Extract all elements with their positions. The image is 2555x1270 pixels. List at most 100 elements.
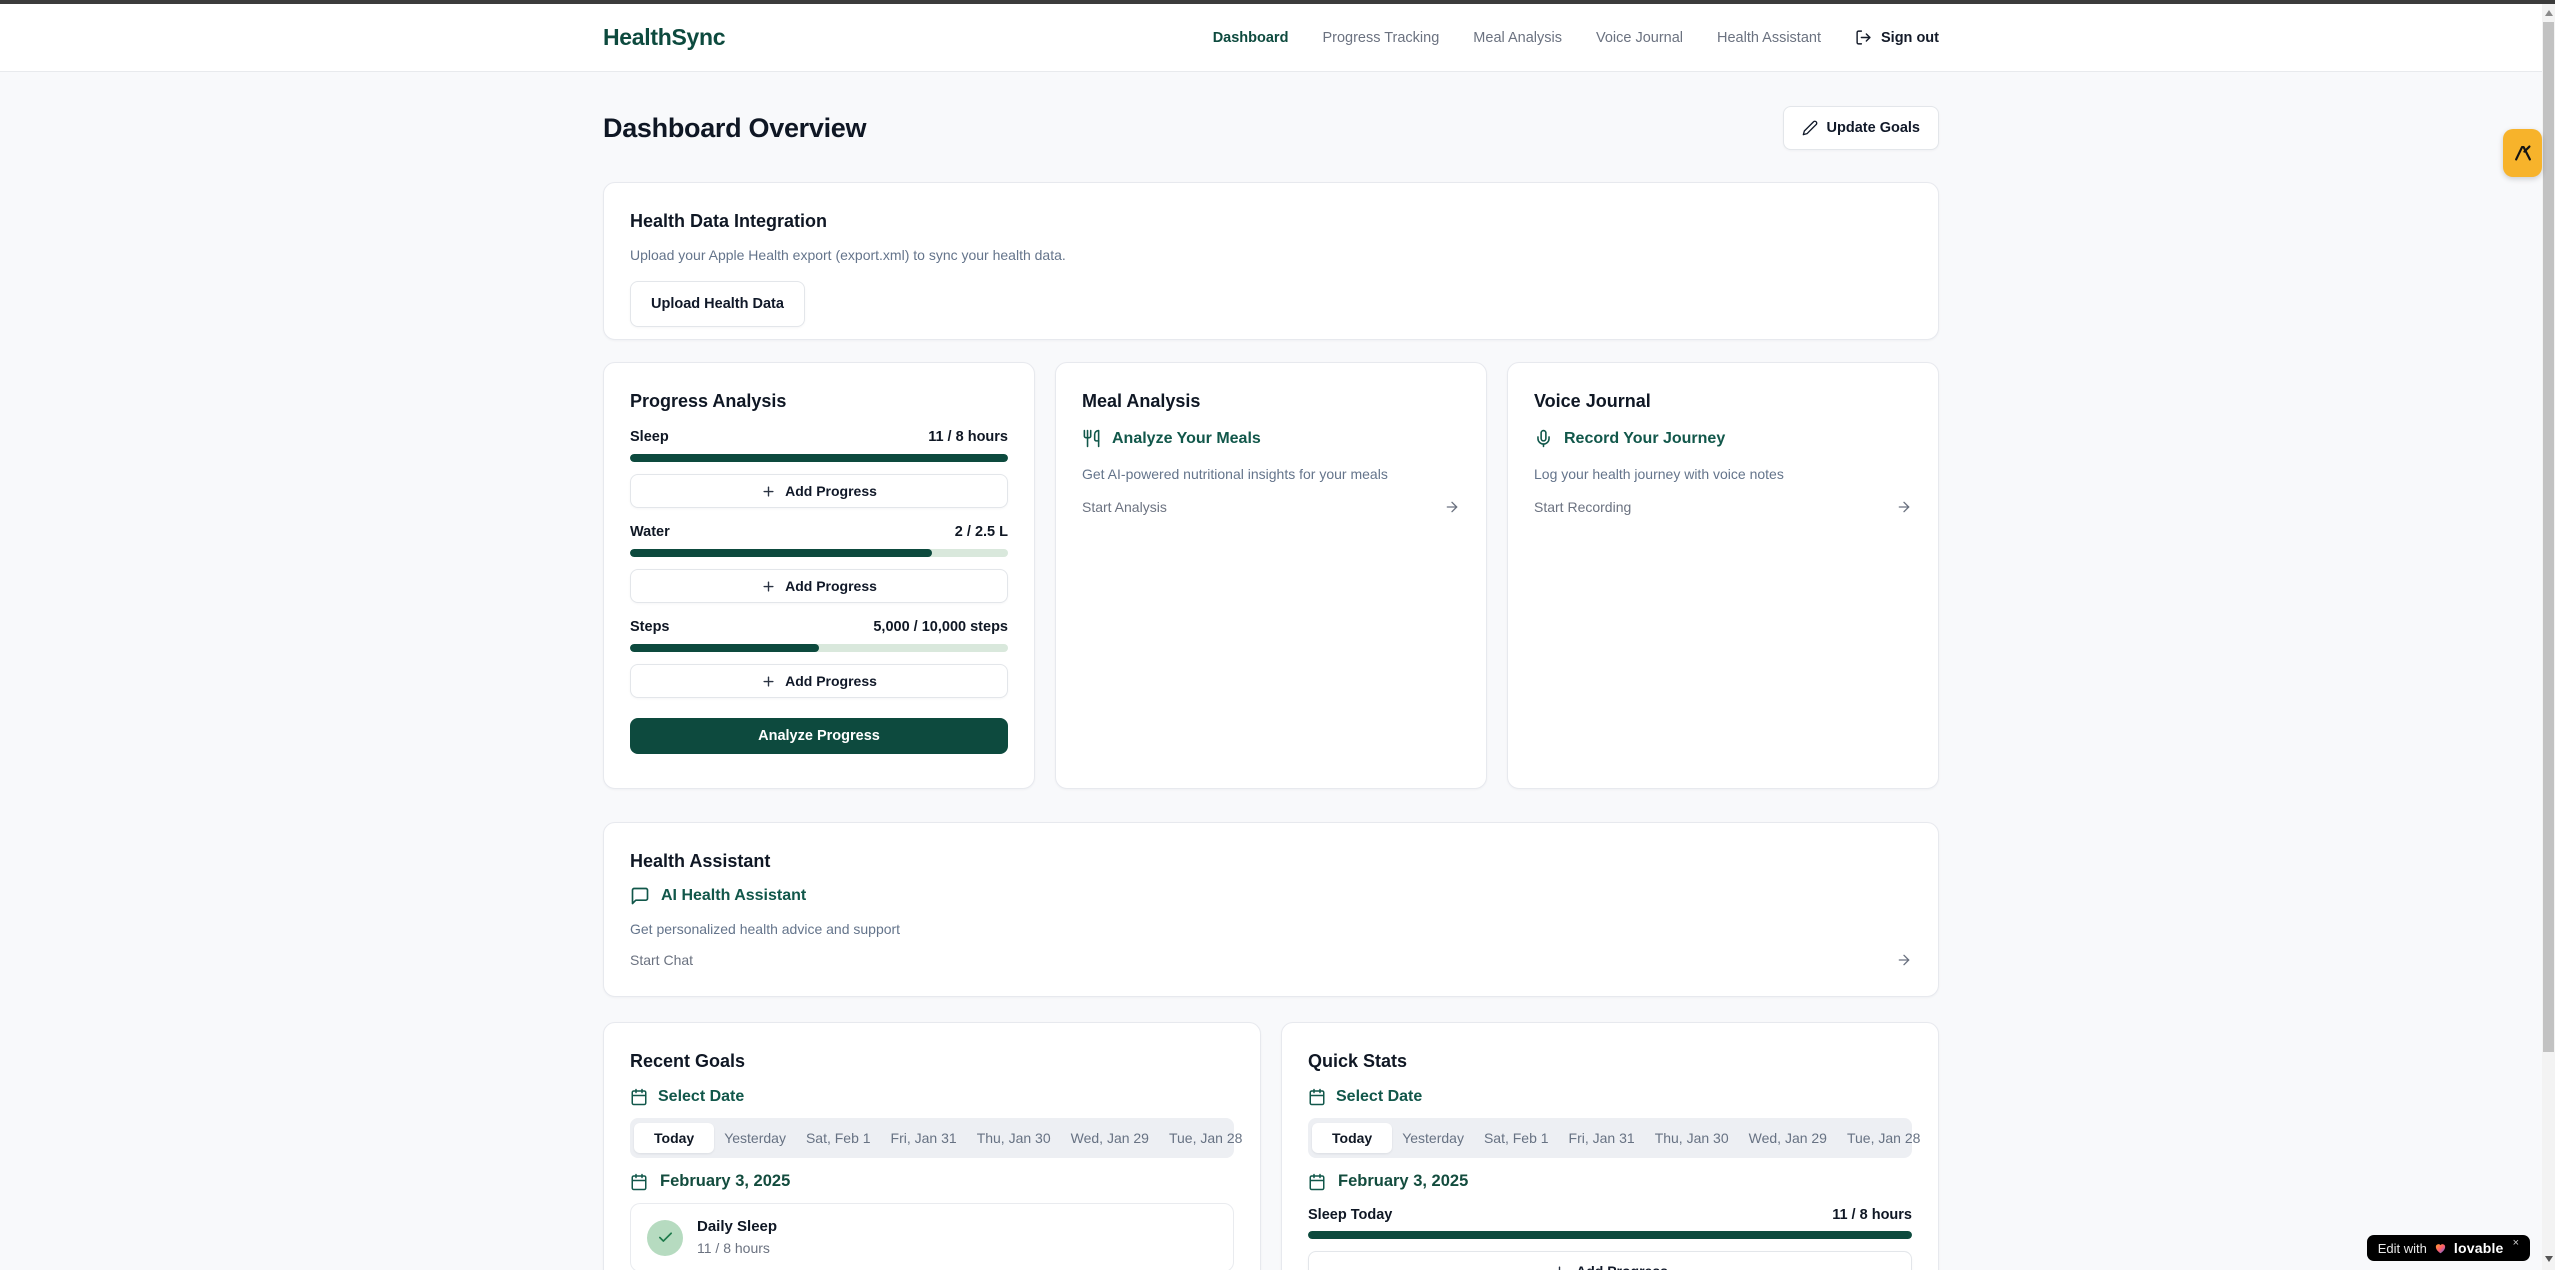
voice-card-description: Log your health journey with voice notes <box>1534 464 1912 484</box>
health-assistant-card: Health Assistant AI Health Assistant Get… <box>603 822 1939 997</box>
scrollbar-thumb[interactable] <box>2543 22 2554 1052</box>
update-goals-button[interactable]: Update Goals <box>1783 106 1939 150</box>
date-tab[interactable]: Tue, Jan 28 <box>1159 1123 1252 1153</box>
upload-health-data-button[interactable]: Upload Health Data <box>630 281 805 327</box>
calendar-icon <box>1308 1173 1326 1191</box>
date-tab[interactable]: Fri, Jan 31 <box>881 1123 967 1153</box>
date-tab-today[interactable]: Today <box>1312 1123 1392 1153</box>
steps-progress-bar <box>630 644 1008 652</box>
ai-health-assistant-link[interactable]: AI Health Assistant <box>630 886 1912 906</box>
nav-item-progress-tracking[interactable]: Progress Tracking <box>1322 30 1439 46</box>
sleep-today-progress-bar <box>1308 1231 1912 1239</box>
voice-card-title: Voice Journal <box>1534 389 1912 413</box>
main-nav: Dashboard Progress Tracking Meal Analysi… <box>1213 29 1939 46</box>
chat-bubble-icon <box>630 886 650 906</box>
date-tab[interactable]: Fri, Jan 31 <box>1559 1123 1645 1153</box>
assistant-card-title: Health Assistant <box>630 849 1912 873</box>
meal-card-description: Get AI-powered nutritional insights for … <box>1082 464 1460 484</box>
goal-entry-name: Daily Sleep <box>697 1217 777 1237</box>
app-logo[interactable]: HealthSync <box>603 24 725 51</box>
stat-label: Sleep Today <box>1308 1207 1392 1223</box>
goal-entry-daily-sleep: Daily Sleep 11 / 8 hours <box>630 1203 1234 1270</box>
sign-out-button[interactable]: Sign out <box>1855 29 1939 46</box>
date-tab[interactable]: Wed, Jan 29 <box>1061 1123 1159 1153</box>
record-your-journey-link[interactable]: Record Your Journey <box>1534 429 1912 448</box>
date-tab-today[interactable]: Today <box>634 1123 714 1153</box>
scrollbar-up-arrow[interactable] <box>2545 10 2553 16</box>
integration-description: Upload your Apple Health export (export.… <box>630 245 1912 265</box>
date-tab[interactable]: Wed, Jan 29 <box>1739 1123 1837 1153</box>
date-tab[interactable]: Sat, Feb 1 <box>796 1123 881 1153</box>
progress-analysis-title: Progress Analysis <box>630 389 1008 413</box>
nav-item-dashboard[interactable]: Dashboard <box>1213 30 1289 46</box>
assistant-card-description: Get personalized health advice and suppo… <box>630 919 1912 939</box>
add-progress-button-steps[interactable]: Add Progress <box>630 664 1008 698</box>
quick-stats-title: Quick Stats <box>1308 1049 1912 1073</box>
quick-stats-select-date[interactable]: Select Date <box>1308 1088 1912 1106</box>
recent-goals-title: Recent Goals <box>630 1049 1234 1073</box>
start-recording-link[interactable]: Start Recording <box>1534 499 1912 515</box>
vertical-scrollbar[interactable] <box>2542 4 2555 1270</box>
window-top-edge <box>0 0 2555 4</box>
recent-goals-select-date[interactable]: Select Date <box>630 1088 1234 1106</box>
nav-item-voice-journal[interactable]: Voice Journal <box>1596 30 1683 46</box>
heart-icon <box>2433 1241 2448 1255</box>
arrow-right-icon <box>1896 952 1912 968</box>
goal-block-steps: Steps 5,000 / 10,000 steps Add Progress <box>630 619 1008 698</box>
lambda-logo-icon <box>2512 142 2534 164</box>
app-viewport: HealthSync Dashboard Progress Tracking M… <box>0 0 2555 1270</box>
date-tab[interactable]: Thu, Jan 30 <box>1645 1123 1739 1153</box>
analyze-progress-button[interactable]: Analyze Progress <box>630 718 1008 754</box>
utensils-icon <box>1082 429 1101 448</box>
date-tab[interactable]: Thu, Jan 30 <box>967 1123 1061 1153</box>
app-header: HealthSync Dashboard Progress Tracking M… <box>0 4 2542 72</box>
plus-icon <box>1552 1264 1567 1270</box>
start-chat-link[interactable]: Start Chat <box>630 952 1912 968</box>
microphone-icon <box>1534 429 1553 448</box>
scrollbar-down-arrow[interactable] <box>2545 1256 2553 1262</box>
sign-out-label: Sign out <box>1881 30 1939 46</box>
sleep-progress-bar <box>630 454 1008 462</box>
quick-stats-date-tabs: Today Yesterday Sat, Feb 1 Fri, Jan 31 T… <box>1308 1118 1912 1158</box>
nav-item-health-assistant[interactable]: Health Assistant <box>1717 30 1821 46</box>
plus-icon <box>761 484 776 499</box>
date-tab-yesterday[interactable]: Yesterday <box>714 1123 796 1153</box>
goal-label: Water <box>630 524 670 540</box>
arrow-right-icon <box>1444 499 1460 515</box>
quick-stats-add-progress-button[interactable]: Add Progress <box>1308 1251 1912 1270</box>
add-progress-button-sleep[interactable]: Add Progress <box>630 474 1008 508</box>
date-tab[interactable]: Sat, Feb 1 <box>1474 1123 1559 1153</box>
water-progress-bar <box>630 549 1008 557</box>
dev-tool-floating-button[interactable] <box>2503 129 2542 177</box>
nav-item-meal-analysis[interactable]: Meal Analysis <box>1473 30 1562 46</box>
health-data-integration-card: Health Data Integration Upload your Appl… <box>603 182 1939 340</box>
stat-value: 11 / 8 hours <box>1832 1207 1912 1223</box>
quick-stats-card: Quick Stats Select Date Today Yesterday … <box>1281 1022 1939 1270</box>
goal-value: 11 / 8 hours <box>928 429 1008 445</box>
pencil-icon <box>1802 120 1818 136</box>
check-icon <box>647 1220 683 1256</box>
goal-block-sleep: Sleep 11 / 8 hours Add Progress <box>630 429 1008 508</box>
calendar-icon <box>1308 1088 1326 1106</box>
date-tab[interactable]: Tue, Jan 28 <box>1837 1123 1930 1153</box>
logout-icon <box>1855 29 1872 46</box>
goal-value: 5,000 / 10,000 steps <box>873 619 1008 635</box>
goal-value: 2 / 2.5 L <box>955 524 1008 540</box>
goal-entry-value: 11 / 8 hours <box>697 1239 777 1258</box>
integration-title: Health Data Integration <box>630 209 1912 233</box>
voice-journal-card: Voice Journal Record Your Journey Log yo… <box>1507 362 1939 789</box>
close-icon[interactable]: × <box>2513 1237 2519 1249</box>
goal-block-water: Water 2 / 2.5 L Add Progress <box>630 524 1008 603</box>
arrow-right-icon <box>1896 499 1912 515</box>
plus-icon <box>761 674 776 689</box>
date-tab-yesterday[interactable]: Yesterday <box>1392 1123 1474 1153</box>
analyze-your-meals-link[interactable]: Analyze Your Meals <box>1082 429 1460 448</box>
meal-analysis-card: Meal Analysis Analyze Your Meals Get AI-… <box>1055 362 1487 789</box>
add-progress-button-water[interactable]: Add Progress <box>630 569 1008 603</box>
goal-label: Sleep <box>630 429 669 445</box>
start-analysis-link[interactable]: Start Analysis <box>1082 499 1460 515</box>
quick-stats-selected-date: February 3, 2025 <box>1308 1172 1912 1191</box>
page-title: Dashboard Overview <box>603 113 866 144</box>
plus-icon <box>761 579 776 594</box>
edit-with-lovable-badge[interactable]: Edit with lovable × <box>2367 1235 2530 1261</box>
